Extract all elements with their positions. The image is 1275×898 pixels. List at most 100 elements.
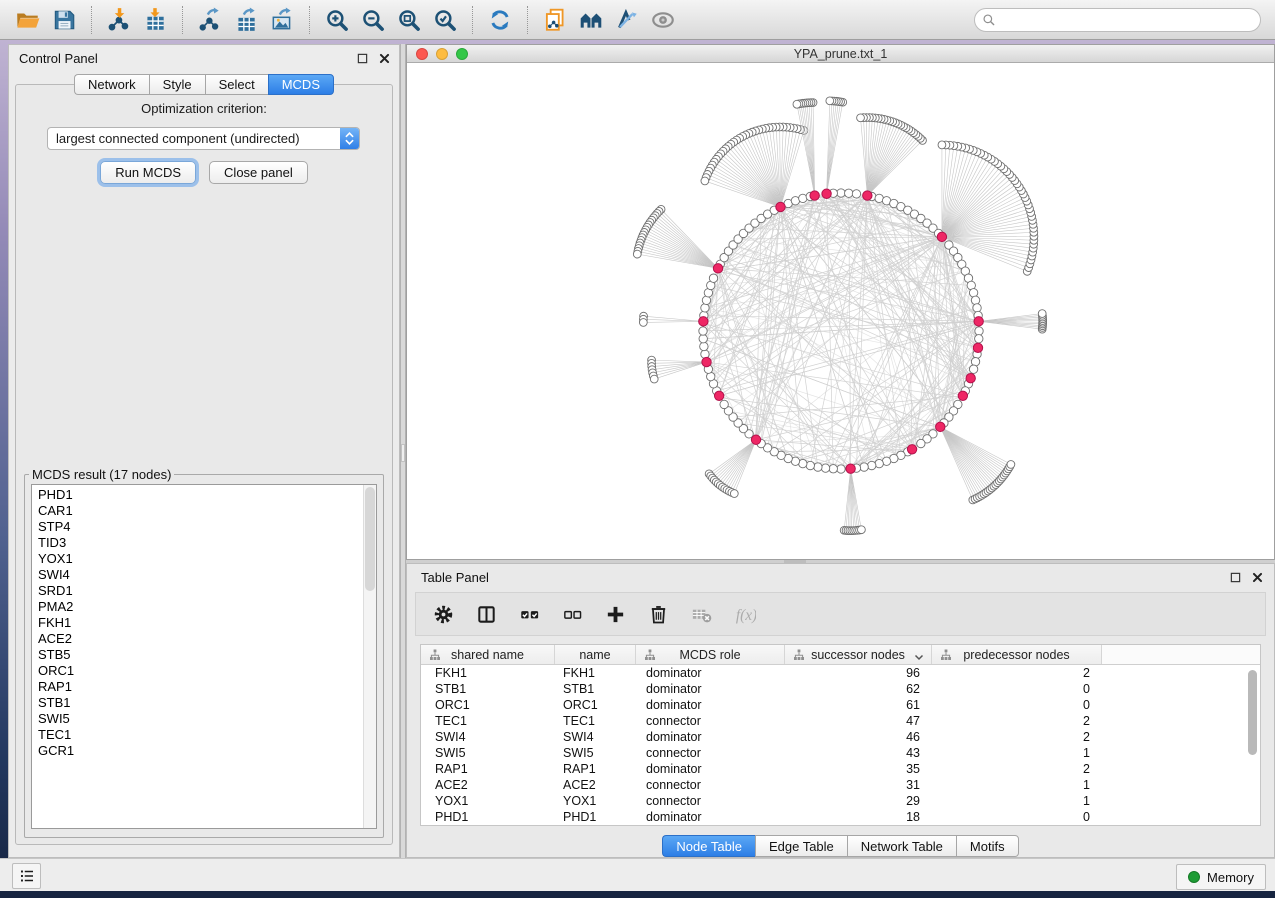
table-row[interactable]: ACE2ACE2connector311	[421, 777, 1260, 793]
graph-hub-node[interactable]	[846, 464, 855, 473]
table-row[interactable]: FKH1FKH1dominator962	[421, 665, 1260, 681]
graph-hub-node[interactable]	[863, 191, 872, 200]
mcds-result-item[interactable]: RAP1	[32, 679, 376, 695]
float-panel-icon[interactable]	[356, 52, 369, 65]
network-canvas[interactable]	[407, 63, 1274, 559]
toggle-graphics-details-icon[interactable]	[609, 4, 645, 36]
mcds-result-item[interactable]: STB5	[32, 647, 376, 663]
close-window-button[interactable]	[416, 48, 428, 60]
graph-hub-node[interactable]	[702, 357, 711, 366]
mcds-result-item[interactable]: FKH1	[32, 615, 376, 631]
table-scrollbar[interactable]	[1248, 667, 1258, 822]
column-header-shared-name[interactable]: shared name	[421, 645, 555, 664]
table-row[interactable]: SWI4SWI4dominator462	[421, 729, 1260, 745]
table-cell: 2	[932, 761, 1102, 777]
run-mcds-button[interactable]: Run MCDS	[100, 161, 196, 184]
graph-hub-node[interactable]	[822, 189, 831, 198]
table-row[interactable]: PHD1PHD1dominator180	[421, 809, 1260, 825]
export-image-icon[interactable]	[264, 4, 300, 36]
mcds-result-item[interactable]: CAR1	[32, 503, 376, 519]
zoom-fit-icon[interactable]	[391, 4, 427, 36]
mcds-result-item[interactable]: SRD1	[32, 583, 376, 599]
graph-hub-node[interactable]	[810, 191, 819, 200]
create-column-icon[interactable]	[602, 601, 628, 627]
show-columns-icon[interactable]	[473, 601, 499, 627]
graph-hub-node[interactable]	[966, 373, 975, 382]
table-row[interactable]: SWI5SWI5connector431	[421, 745, 1260, 761]
export-table-icon[interactable]	[228, 4, 264, 36]
delete-columns-icon[interactable]	[645, 601, 671, 627]
criterion-select[interactable]: largest connected component (undirected)	[47, 127, 360, 150]
mcds-result-item[interactable]: STB1	[32, 695, 376, 711]
close-table-panel-icon[interactable]	[1251, 571, 1264, 584]
tab-network[interactable]: Network	[74, 74, 149, 95]
open-file-icon[interactable]	[10, 4, 46, 36]
tab-node-table[interactable]: Node Table	[662, 835, 755, 857]
tab-edge-table[interactable]: Edge Table	[755, 835, 847, 857]
column-settings-icon[interactable]	[430, 601, 456, 627]
mcds-result-item[interactable]: YOX1	[32, 551, 376, 567]
table-row[interactable]: TEC1TEC1connector472	[421, 713, 1260, 729]
graph-hub-node[interactable]	[751, 435, 760, 444]
table-row[interactable]: ORC1ORC1dominator610	[421, 697, 1260, 713]
tab-network-table[interactable]: Network Table	[847, 835, 956, 857]
export-network-icon[interactable]	[192, 4, 228, 36]
tab-select[interactable]: Select	[205, 74, 268, 95]
mcds-result-item[interactable]: TID3	[32, 535, 376, 551]
import-table-icon[interactable]	[137, 4, 173, 36]
delete-table-icon	[688, 601, 714, 627]
tab-mcds[interactable]: MCDS	[268, 74, 334, 95]
mcds-result-item[interactable]: TEC1	[32, 727, 376, 743]
graph-hub-node[interactable]	[714, 391, 723, 400]
table-row[interactable]: RAP1RAP1dominator352	[421, 761, 1260, 777]
column-header-MCDS-role[interactable]: MCDS role	[636, 645, 785, 664]
close-panel-button[interactable]: Close panel	[209, 161, 308, 184]
graph-hub-node[interactable]	[936, 422, 945, 431]
mcds-result-item[interactable]: ACE2	[32, 631, 376, 647]
column-header-predecessor-nodes[interactable]: predecessor nodes	[932, 645, 1102, 664]
maximize-window-button[interactable]	[456, 48, 468, 60]
status-bar: Memory	[0, 858, 1275, 891]
mcds-result-item[interactable]: PHD1	[32, 487, 376, 503]
mcds-result-item[interactable]: SWI5	[32, 711, 376, 727]
column-header-name[interactable]: name	[555, 645, 636, 664]
save-session-icon[interactable]	[46, 4, 82, 36]
zoom-out-icon[interactable]	[355, 4, 391, 36]
mcds-result-item[interactable]: PMA2	[32, 599, 376, 615]
graph-hub-node[interactable]	[699, 317, 708, 326]
select-all-rows-icon[interactable]	[516, 601, 542, 627]
table-cell: dominator	[636, 761, 785, 777]
table-cell: 1	[932, 793, 1102, 809]
column-header-successor-nodes[interactable]: successor nodes	[785, 645, 932, 664]
refresh-layout-icon[interactable]	[482, 4, 518, 36]
share-network-icon[interactable]	[537, 4, 573, 36]
graph-hub-node[interactable]	[937, 232, 946, 241]
graph-hub-node[interactable]	[776, 202, 785, 211]
search-input[interactable]	[974, 8, 1261, 32]
mcds-result-item[interactable]: ORC1	[32, 663, 376, 679]
tab-motifs[interactable]: Motifs	[956, 835, 1019, 857]
import-network-icon[interactable]	[101, 4, 137, 36]
close-panel-icon[interactable]	[378, 52, 391, 65]
zoom-selected-icon[interactable]	[427, 4, 463, 36]
first-neighbors-icon[interactable]	[573, 4, 609, 36]
mcds-result-item[interactable]: SWI4	[32, 567, 376, 583]
memory-button[interactable]: Memory	[1176, 864, 1266, 890]
tab-style[interactable]: Style	[149, 74, 205, 95]
graph-hub-node[interactable]	[713, 264, 722, 273]
panel-menu-button[interactable]	[12, 863, 41, 889]
mcds-list-scrollbar[interactable]	[363, 485, 376, 828]
mcds-result-item[interactable]: STP4	[32, 519, 376, 535]
zoom-in-icon[interactable]	[319, 4, 355, 36]
table-row[interactable]: YOX1YOX1connector291	[421, 793, 1260, 809]
minimize-window-button[interactable]	[436, 48, 448, 60]
mcds-result-item[interactable]: GCR1	[32, 743, 376, 759]
graph-hub-node[interactable]	[958, 391, 967, 400]
graph-hub-node[interactable]	[974, 317, 983, 326]
graph-hub-node[interactable]	[973, 343, 982, 352]
deselect-all-rows-icon[interactable]	[559, 601, 585, 627]
float-table-panel-icon[interactable]	[1229, 571, 1242, 584]
main-toolbar	[0, 0, 1275, 40]
graph-hub-node[interactable]	[907, 445, 916, 454]
table-row[interactable]: STB1STB1dominator620	[421, 681, 1260, 697]
